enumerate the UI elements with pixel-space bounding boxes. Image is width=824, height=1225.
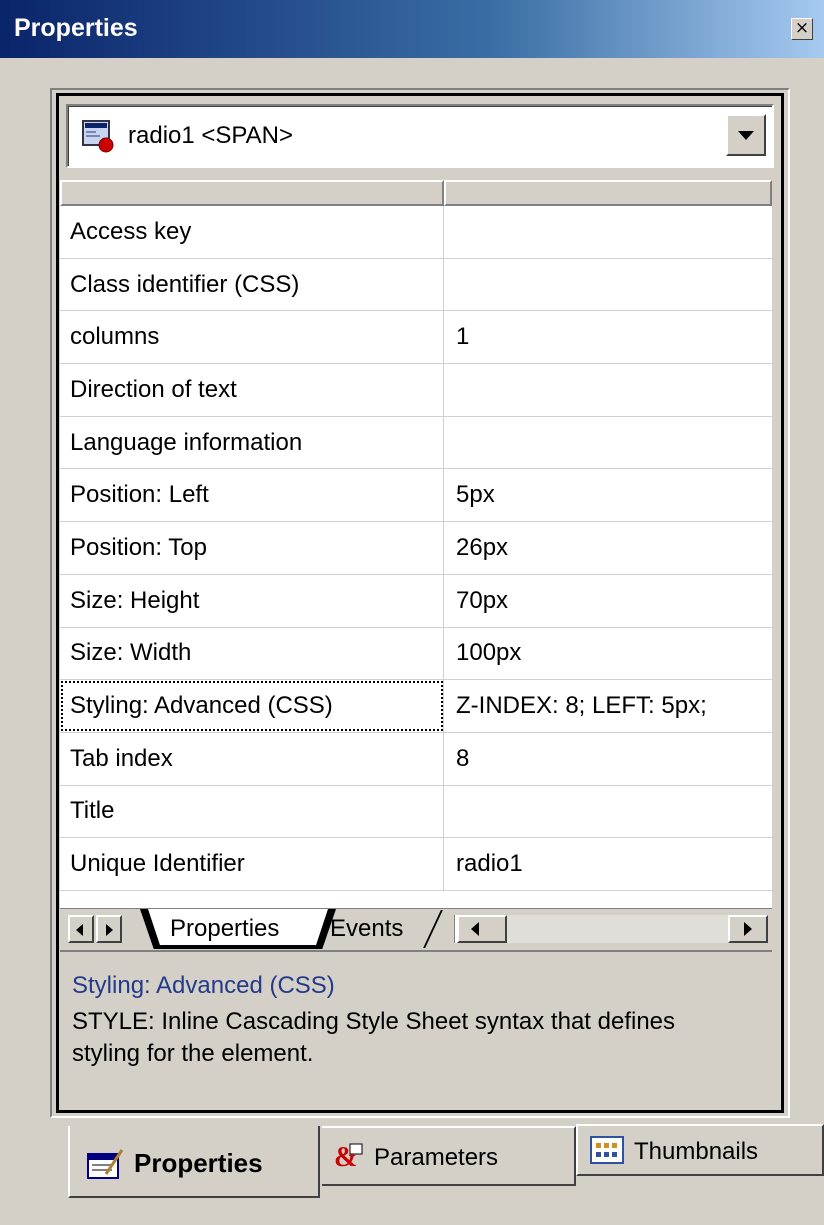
bottom-tab-parameters-label: Parameters xyxy=(374,1144,499,1171)
thumbnails-icon xyxy=(590,1136,624,1164)
bottom-tab-properties[interactable]: Properties xyxy=(68,1126,320,1198)
property-name[interactable]: Tab index xyxy=(60,732,444,785)
property-name[interactable]: Size: Height xyxy=(60,574,444,627)
property-value[interactable]: 8 xyxy=(444,733,772,785)
title-bar: Properties × xyxy=(0,0,824,58)
property-row[interactable]: Title xyxy=(60,785,772,839)
properties-icon xyxy=(87,1149,124,1179)
property-name[interactable]: Unique Identifier xyxy=(60,838,444,890)
description-text: STYLE: Inline Cascading Style Sheet synt… xyxy=(72,1008,676,1067)
property-row[interactable]: Class identifier (CSS) xyxy=(60,258,772,312)
property-value[interactable] xyxy=(444,364,772,416)
horizontal-scrollbar[interactable] xyxy=(454,915,768,943)
grid-header-name-column[interactable] xyxy=(60,180,444,206)
property-name[interactable]: columns xyxy=(60,311,444,364)
arrow-right-icon xyxy=(744,922,752,936)
property-value[interactable]: radio1 xyxy=(444,838,772,890)
property-name[interactable]: Direction of text xyxy=(60,364,444,416)
property-value[interactable]: 5px xyxy=(444,469,772,521)
close-icon: × xyxy=(794,18,810,38)
bottom-tab-thumbnails-label: Thumbnails xyxy=(634,1138,759,1165)
tab-scroll-right-button[interactable] xyxy=(96,915,122,943)
property-name[interactable]: Position: Left xyxy=(60,469,444,522)
property-rows: Access key Class identifier (CSS) columns 1… xyxy=(60,206,772,891)
description-title: Styling: Advanced (CSS) xyxy=(72,972,335,999)
tab-events[interactable]: Events xyxy=(330,915,403,943)
tab-properties-label[interactable]: Properties xyxy=(170,915,279,943)
property-value[interactable] xyxy=(444,206,772,258)
property-value[interactable]: 70px xyxy=(444,575,772,627)
property-name[interactable]: Language information xyxy=(60,416,444,469)
bottom-tab-properties-label: Properties xyxy=(134,1148,263,1178)
property-row[interactable]: Access key xyxy=(60,206,772,259)
arrow-right-icon xyxy=(106,924,113,936)
property-name[interactable]: Size: Width xyxy=(60,627,444,680)
property-value[interactable] xyxy=(444,417,772,469)
html-element-icon xyxy=(82,120,114,153)
bottom-tab-parameters[interactable]: & Parameters xyxy=(322,1126,576,1186)
property-description: Styling: Advanced (CSS) STYLE: Inline Ca… xyxy=(60,950,772,1110)
property-value[interactable]: 100px xyxy=(444,628,772,680)
scroll-left-button[interactable] xyxy=(457,915,507,943)
property-name[interactable]: Styling: Advanced (CSS) xyxy=(60,680,444,732)
property-row[interactable]: Tab index 8 xyxy=(60,732,772,786)
tab-events-edge xyxy=(423,910,443,948)
property-row[interactable]: Direction of text xyxy=(60,364,772,417)
bottom-tab-thumbnails[interactable]: Thumbnails xyxy=(576,1124,824,1176)
grid-header-value-column[interactable] xyxy=(444,180,772,206)
scroll-right-button[interactable] xyxy=(728,915,768,943)
property-row[interactable]: Styling: Advanced (CSS) Z-INDEX: 8; LEFT:… xyxy=(60,680,772,733)
property-grid: Access key Class identifier (CSS) columns 1… xyxy=(60,180,772,908)
grid-header xyxy=(60,180,772,206)
arrow-left-icon xyxy=(471,922,479,936)
window-title: Properties xyxy=(14,14,138,42)
property-name[interactable]: Access key xyxy=(60,206,444,258)
property-value[interactable]: 26px xyxy=(444,522,772,574)
tab-scroll-left-button[interactable] xyxy=(68,915,94,943)
object-selector-dropdown[interactable]: radio1 <SPAN> xyxy=(66,104,774,168)
arrow-left-icon xyxy=(76,924,83,936)
property-row[interactable]: columns 1 xyxy=(60,311,772,365)
property-name[interactable]: Class identifier (CSS) xyxy=(60,258,444,311)
property-row[interactable]: Position: Top 26px xyxy=(60,522,772,575)
dropdown-arrow-button[interactable] xyxy=(726,114,766,156)
property-name[interactable]: Title xyxy=(60,785,444,838)
parameters-icon: & xyxy=(334,1142,363,1173)
object-selector-value: radio1 <SPAN> xyxy=(128,122,293,149)
property-value[interactable] xyxy=(444,786,772,838)
property-value[interactable]: 1 xyxy=(444,311,772,363)
property-row[interactable]: Size: Height 70px xyxy=(60,574,772,628)
property-row[interactable]: Size: Width 100px xyxy=(60,627,772,681)
property-value[interactable]: Z-INDEX: 8; LEFT: 5px; xyxy=(444,680,772,732)
property-name[interactable]: Position: Top xyxy=(60,522,444,574)
grid-tab-strip: Properties Events xyxy=(60,908,772,949)
chevron-down-icon xyxy=(738,131,754,140)
property-row[interactable]: Language information xyxy=(60,416,772,470)
close-button[interactable]: × xyxy=(791,18,813,40)
scrollbar-track[interactable] xyxy=(507,915,729,943)
property-value[interactable] xyxy=(444,259,772,311)
property-row[interactable]: Unique Identifier radio1 xyxy=(60,838,772,891)
property-row[interactable]: Position: Left 5px xyxy=(60,469,772,523)
